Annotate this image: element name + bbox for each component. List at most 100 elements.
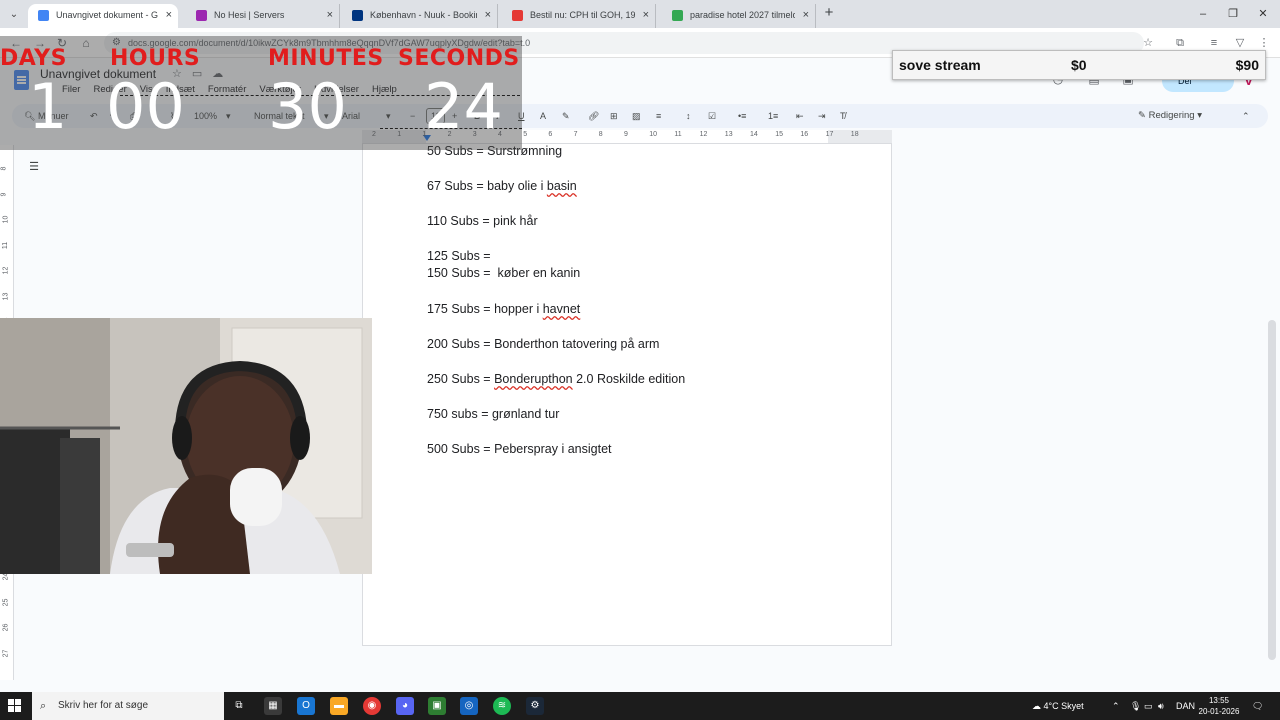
tab-favicon-icon [512, 10, 523, 21]
vertical-ruler-number: 9 [0, 192, 8, 196]
steam-icon[interactable]: ⚙ [526, 697, 544, 715]
outlook-icon[interactable]: O [297, 697, 315, 715]
ruler-number: 7 [573, 131, 578, 138]
spellcheck-flagged-word[interactable]: basin [547, 179, 577, 193]
document-line[interactable]: 200 Subs = Bonderthon tatovering på arm [427, 337, 659, 351]
line-spacing-icon[interactable]: ↕ [686, 108, 691, 124]
vertical-scrollbar[interactable] [1268, 320, 1276, 660]
spellcheck-flagged-word[interactable]: havnet [543, 302, 581, 316]
reading-list-icon[interactable]: ≡ [1206, 35, 1222, 51]
tab-close-icon[interactable]: × [327, 4, 333, 26]
document-line[interactable]: 125 Subs = [427, 249, 494, 263]
discord-icon[interactable]: ◕ [396, 697, 414, 715]
tab-label: No Hesi | Servers [214, 10, 285, 20]
windows-taskbar: ⌕ Skriv her for at søge ⧉ ▦ O ▬ ◉ ◕ ▣ ◎ … [0, 692, 1280, 720]
windows-start-icon[interactable] [8, 699, 22, 713]
document-line[interactable]: 250 Subs = Bonderupthon 2.0 Roskilde edi… [427, 372, 685, 386]
line-text: 175 Subs = hopper i [427, 302, 543, 316]
document-line[interactable]: 150 Subs = køber en kanin [427, 266, 580, 280]
browser-tab[interactable]: Unavngivet dokument - Google × [28, 4, 178, 28]
new-tab-button[interactable]: + [820, 5, 838, 23]
countdown-minutes-value: 30 [268, 70, 347, 143]
tray-chevron-up-icon[interactable]: ⌃ [1112, 692, 1120, 720]
tab-close-icon[interactable]: × [803, 4, 809, 26]
document-line[interactable]: 175 Subs = hopper i havnet [427, 302, 580, 316]
document-outline-icon[interactable]: ☰ [26, 160, 42, 174]
browser-menu-icon[interactable]: ⋮ [1256, 35, 1272, 51]
weather-widget[interactable]: ☁ 4°C Skyet [1032, 692, 1084, 720]
vertical-ruler-number: 13 [2, 292, 10, 300]
decrease-indent-icon[interactable]: ⇤ [796, 108, 804, 124]
close-window-icon[interactable]: ✕ [1248, 4, 1278, 24]
tab-search-chevron-icon[interactable]: ⌄ [4, 4, 24, 24]
goal-name: sove stream [899, 57, 981, 73]
app-icon[interactable]: ◎ [460, 697, 478, 715]
numbered-list-icon[interactable]: 1≡ [768, 108, 778, 124]
webcam-image [0, 318, 372, 574]
taskbar-clock[interactable]: 13:55 20-01-2026 [1196, 695, 1242, 717]
ruler-number: 16 [800, 131, 809, 138]
clear-formatting-icon[interactable]: T̸ [840, 108, 846, 124]
add-comment-icon[interactable]: ⊞ [610, 108, 618, 124]
highlight-icon[interactable]: ✎ [562, 108, 570, 124]
extensions-icon[interactable]: ⧉ [1172, 35, 1188, 51]
tab-label: København - Nuuk - Booking.c [370, 10, 477, 20]
countdown-days-label: DAYS [0, 46, 67, 71]
clock-time: 13:55 [1208, 696, 1230, 705]
insert-image-icon[interactable]: ▨ [632, 108, 641, 124]
checklist-icon[interactable]: ☑ [708, 108, 716, 124]
bulleted-list-icon[interactable]: •≡ [738, 108, 746, 124]
minimize-icon[interactable]: – [1188, 4, 1218, 24]
browser-tab[interactable]: Bestil nu: CPH til GOH, 19.2. - 2 × [502, 4, 656, 28]
link-icon[interactable]: 🔗︎ [588, 108, 599, 124]
bookmark-star-icon[interactable]: ☆ [1140, 35, 1156, 51]
browser-tab[interactable]: København - Nuuk - Booking.c × [342, 4, 498, 28]
vertical-ruler-number: 25 [2, 598, 10, 606]
spotify-icon[interactable]: ≋ [493, 697, 511, 715]
maximize-icon[interactable]: ❐ [1218, 4, 1248, 24]
microphone-icon[interactable]: 🎙︎ [1130, 692, 1141, 720]
document-line[interactable]: 110 Subs = pink hår [427, 214, 538, 228]
ruler-number: 6 [548, 131, 553, 138]
ruler-number: 9 [624, 131, 628, 138]
editing-mode-select[interactable]: ✎ Redigering ▾ [1138, 108, 1202, 124]
goal-current: $0 [1071, 57, 1087, 73]
profile-icon[interactable]: ▽ [1232, 35, 1248, 51]
ruler-number: 18 [850, 131, 859, 138]
volume-icon[interactable]: 🔊︎ [1158, 692, 1164, 720]
ruler-number: 15 [775, 131, 783, 138]
increase-indent-icon[interactable]: ⇥ [818, 108, 826, 124]
document-line[interactable]: 67 Subs = baby olie i basin [427, 179, 577, 193]
align-icon[interactable]: ≡ [656, 108, 661, 124]
browser-tab-strip: ⌄ Unavngivet dokument - Google× No Hesi |… [0, 0, 1280, 28]
chrome-icon[interactable]: ◉ [363, 697, 381, 715]
tab-favicon-icon [352, 10, 363, 21]
browser-tab[interactable]: No Hesi | Servers × [186, 4, 340, 28]
tab-close-icon[interactable]: × [485, 4, 491, 26]
clock-date: 20-01-2026 [1198, 707, 1240, 716]
document-line[interactable]: 750 subs = grønland tur [427, 407, 559, 421]
tab-close-icon[interactable]: × [166, 4, 172, 26]
language-indicator[interactable]: DAN [1176, 692, 1195, 720]
browser-tab[interactable]: paradise hotel 2027 tilmelding × [662, 4, 816, 28]
file-explorer-icon[interactable]: ▬ [330, 697, 348, 715]
notifications-icon[interactable]: 🗨︎ [1252, 692, 1263, 720]
text-color-icon[interactable]: A [540, 108, 546, 124]
spellcheck-flagged-word[interactable]: Bonderupthon [494, 372, 573, 386]
task-view-icon[interactable]: ⧉ [230, 697, 248, 715]
ruler-right-margin [828, 130, 892, 143]
network-icon[interactable]: ▭ [1144, 692, 1153, 720]
document-line[interactable]: 500 Subs = Peberspray i ansigtet [427, 442, 612, 456]
document-page[interactable]: 50 Subs = Surstrømning 67 Subs = baby oli… [362, 144, 892, 646]
ruler-number: 14 [750, 131, 758, 138]
taskbar-search-input[interactable]: ⌕ Skriv her for at søge [32, 692, 224, 720]
tab-close-icon[interactable]: × [643, 4, 649, 26]
collapse-menus-icon[interactable]: ⌃ [1242, 108, 1250, 124]
store-icon[interactable]: ▦ [264, 697, 282, 715]
ruler-number: 11 [674, 131, 682, 138]
ruler-number: 8 [598, 131, 603, 138]
tab-favicon-icon [196, 10, 207, 21]
vertical-ruler-number: 10 [2, 215, 10, 224]
countdown-seconds-value: 24 [424, 70, 503, 143]
app-icon[interactable]: ▣ [428, 697, 446, 715]
